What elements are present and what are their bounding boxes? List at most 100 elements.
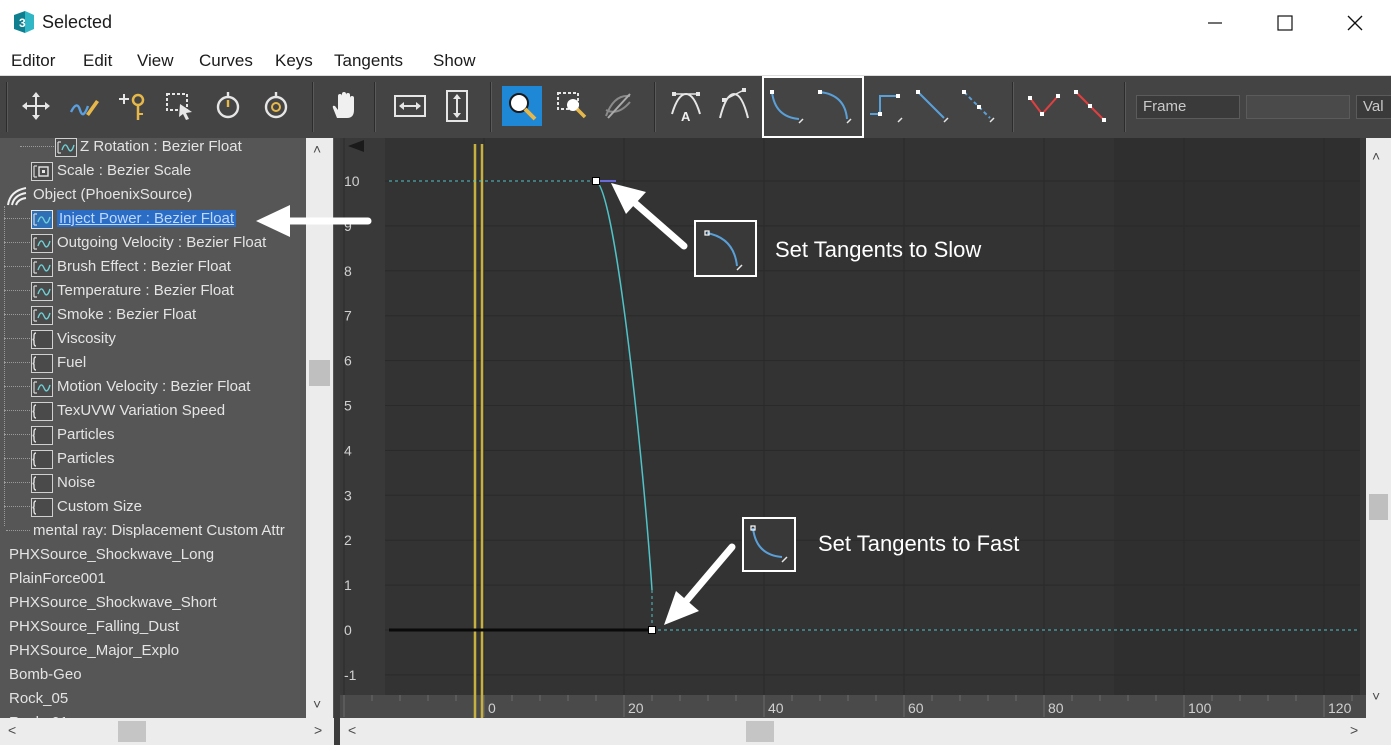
region-select-button[interactable] <box>160 86 200 126</box>
scroll-down-icon[interactable]: ˅ <box>313 696 321 712</box>
menu-curves[interactable]: Curves <box>199 51 253 71</box>
tree-item[interactable]: Fuel <box>0 351 306 375</box>
curve-key[interactable] <box>592 177 600 185</box>
x-tick-label: 60 <box>908 700 924 716</box>
tree-vertical-scrollbar[interactable]: ˄ ˅ <box>306 138 333 718</box>
toolbar-separator <box>6 82 8 132</box>
pan-button[interactable] <box>324 86 364 126</box>
graph-vertical-scrollbar[interactable]: ˄ ˅ <box>1366 138 1391 718</box>
tree-item[interactable]: PlainForce001 <box>0 567 306 591</box>
tree-item[interactable]: PHXSource_Shockwave_Short <box>0 591 306 615</box>
tree-item[interactable]: Scale : Bezier Scale <box>0 159 306 183</box>
tangents-slow-icon <box>704 230 743 271</box>
tangents-linear-button[interactable] <box>912 86 952 126</box>
scroll-down-icon[interactable]: ˅ <box>1372 688 1380 704</box>
tree-item[interactable]: Viscosity <box>0 327 306 351</box>
tree-item[interactable]: Custom Size <box>0 495 306 519</box>
scroll-left-icon[interactable]: < <box>348 722 356 738</box>
tree-item[interactable]: PHXSource_Major_Explo <box>0 639 306 663</box>
menu-editor[interactable]: Editor <box>11 51 55 71</box>
break-tangents-button[interactable] <box>1024 86 1064 126</box>
tree-item-label: Particles <box>57 450 115 467</box>
tree-item[interactable]: Noise <box>0 471 306 495</box>
tangents-auto-button[interactable]: A <box>666 86 706 126</box>
tangents-linear-icon <box>916 90 949 123</box>
zoom-value-extents-button[interactable] <box>437 86 477 126</box>
zoom-horizontal-extents-button[interactable] <box>390 86 430 126</box>
menu-bar: Editor Edit View Curves Keys Tangents Sh… <box>0 46 1391 76</box>
unify-tangents-button[interactable] <box>1070 86 1110 126</box>
x-tick-label: 0 <box>488 700 496 716</box>
tree-item[interactable]: Outgoing Velocity : Bezier Float <box>0 231 306 255</box>
scroll-thumb[interactable] <box>1369 494 1388 520</box>
tangents-smooth-icon <box>962 90 995 123</box>
scroll-right-icon[interactable]: > <box>314 722 322 738</box>
curve-key[interactable] <box>648 626 656 634</box>
tree-item[interactable]: PHXSource_Shockwave_Long <box>0 543 306 567</box>
tree-item-label: Object (PhoenixSource) <box>33 186 193 203</box>
add-key-button[interactable] <box>112 86 152 126</box>
retime-all-button[interactable] <box>256 86 296 126</box>
tree-item[interactable]: Bomb-Geo <box>0 663 306 687</box>
minimize-icon <box>1208 21 1222 24</box>
isolate-curve-button[interactable] <box>598 86 638 126</box>
tree-item[interactable]: Smoke : Bezier Float <box>0 303 306 327</box>
x-tick-label: 80 <box>1048 700 1064 716</box>
menu-view[interactable]: View <box>137 51 174 71</box>
tree-horizontal-scrollbar[interactable]: < > <box>0 718 334 745</box>
tree-item-label: TexUVW Variation Speed <box>57 402 226 419</box>
tangents-smooth-button[interactable] <box>958 86 998 126</box>
draw-curves-button[interactable] <box>64 86 104 126</box>
maximize-button[interactable] <box>1250 0 1320 45</box>
tangents-spline-button[interactable] <box>714 86 754 126</box>
tangents-step-button[interactable] <box>866 86 906 126</box>
curve-graph-canvas[interactable]: 109876543210-10 20 40 60 80 100 120 <box>340 138 1366 718</box>
minimize-button[interactable] <box>1180 0 1250 45</box>
scroll-up-icon[interactable]: ˄ <box>313 141 321 157</box>
frame-input[interactable] <box>1246 95 1350 119</box>
bracket-icon <box>31 330 53 349</box>
tree-item-label: Particles <box>57 426 115 443</box>
move-keys-button[interactable] <box>16 86 56 126</box>
tree-item[interactable]: Particles <box>0 423 306 447</box>
zoom-button[interactable] <box>502 86 542 126</box>
tree-item[interactable]: Z Rotation : Bezier Float <box>0 138 306 159</box>
scroll-thumb[interactable] <box>118 721 146 742</box>
scroll-up-icon[interactable]: ˄ <box>1372 148 1380 164</box>
tree-item[interactable]: mental ray: Displacement Custom Attr <box>0 519 306 543</box>
tree-item-label: Custom Size <box>57 498 143 515</box>
tree-item[interactable]: Rock_01 <box>0 711 306 718</box>
tree-item[interactable]: TexUVW Variation Speed <box>0 399 306 423</box>
menu-show[interactable]: Show <box>433 51 476 71</box>
toolbar-separator <box>1012 82 1014 132</box>
tree-item[interactable]: Temperature : Bezier Float <box>0 279 306 303</box>
retime-button[interactable] <box>208 86 248 126</box>
scroll-right-icon[interactable]: > <box>1350 722 1358 738</box>
close-button[interactable] <box>1320 0 1390 45</box>
tree-item[interactable]: Brush Effect : Bezier Float <box>0 255 306 279</box>
scroll-thumb[interactable] <box>309 360 330 386</box>
menu-edit[interactable]: Edit <box>83 51 112 71</box>
tree-item[interactable]: PHXSource_Falling_Dust <box>0 615 306 639</box>
fast-tangent-label: Set Tangents to Fast <box>818 531 1020 556</box>
x-tick-label: 100 <box>1188 700 1212 716</box>
tree-item[interactable]: Rock_05 <box>0 687 306 711</box>
scroll-thumb[interactable] <box>746 721 774 742</box>
tree-item[interactable]: Inject Power : Bezier Float <box>0 207 306 231</box>
zoom-region-button[interactable] <box>552 86 592 126</box>
tree-item[interactable]: Particles <box>0 447 306 471</box>
tree-connector <box>4 338 30 339</box>
tree-item-label: PHXSource_Shockwave_Long <box>9 546 215 563</box>
y-tick-label: 10 <box>344 173 360 189</box>
curve-float-icon <box>55 138 77 157</box>
collapse-arrow-icon[interactable] <box>348 140 364 152</box>
scroll-left-icon[interactable]: < <box>8 722 16 738</box>
tree-item[interactable]: Object (PhoenixSource) <box>0 183 306 207</box>
tree-item[interactable]: Motion Velocity : Bezier Float <box>0 375 306 399</box>
slow-tangent-callout-box <box>694 220 757 277</box>
menu-keys[interactable]: Keys <box>275 51 313 71</box>
graph-horizontal-scrollbar[interactable]: < > <box>340 718 1391 745</box>
curve-graph[interactable]: 10 9 8 7 6 5 4 3 2 1 0 -1 0 20 40 60 80 100 120 Set Tangen… <box>340 138 1366 718</box>
menu-tangents[interactable]: Tangents <box>334 51 403 71</box>
tree-connector <box>4 314 30 315</box>
